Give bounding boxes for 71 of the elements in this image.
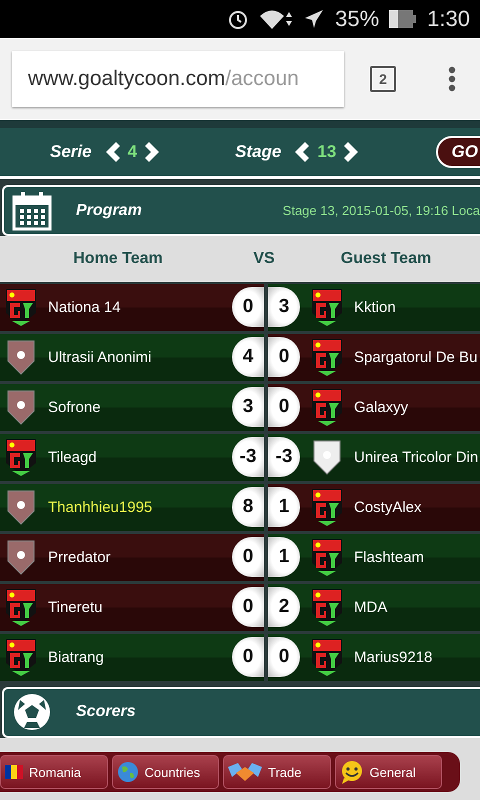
crest-icon bbox=[4, 587, 38, 628]
flag-icon bbox=[5, 765, 23, 780]
crest-icon bbox=[310, 637, 344, 678]
crest-icon bbox=[310, 287, 344, 328]
team-name[interactable]: Galaxyy bbox=[354, 398, 408, 416]
menu-button[interactable]: General bbox=[334, 755, 442, 790]
team-name[interactable]: Thanhhieu1995 bbox=[48, 498, 152, 516]
stage-label: Stage bbox=[235, 142, 282, 162]
score: 3 bbox=[232, 387, 264, 428]
globe-icon bbox=[116, 761, 138, 784]
team-name[interactable]: Tineretu bbox=[48, 598, 102, 616]
score: 0 bbox=[232, 287, 264, 328]
crest-icon bbox=[310, 337, 344, 378]
score: 0 bbox=[268, 337, 300, 378]
crest-icon bbox=[4, 287, 38, 328]
team-name[interactable]: CostyAlex bbox=[354, 498, 422, 516]
score: 1 bbox=[268, 537, 300, 578]
crest-icon bbox=[310, 487, 344, 528]
go-button[interactable]: GO bbox=[436, 136, 480, 168]
team-name[interactable]: Spargatorul De Bu bbox=[354, 348, 478, 366]
team-name[interactable]: Nationa 14 bbox=[48, 298, 121, 316]
program-title: Program bbox=[76, 202, 142, 220]
crest-icon bbox=[4, 637, 38, 678]
team-name[interactable]: Kktion bbox=[354, 298, 396, 316]
battery-percent: 35% bbox=[335, 6, 380, 32]
calendar-icon bbox=[12, 190, 52, 231]
team-name[interactable]: Biatrang bbox=[48, 648, 104, 666]
serie-value: 4 bbox=[128, 142, 138, 162]
menu-icon[interactable] bbox=[448, 66, 456, 92]
column-header: Home Team bbox=[72, 250, 164, 268]
battery-icon bbox=[389, 8, 418, 29]
team-name[interactable]: Flashteam bbox=[354, 548, 424, 566]
team-name[interactable]: Unirea Tricolor Din bbox=[354, 448, 478, 466]
crest-icon bbox=[310, 587, 344, 628]
tab-count-button[interactable]: 2 bbox=[370, 66, 396, 92]
menu-button[interactable]: Trade bbox=[223, 755, 330, 790]
column-header: Guest Team bbox=[340, 250, 432, 268]
score: 1 bbox=[268, 487, 300, 528]
score: 0 bbox=[232, 587, 264, 628]
team-name[interactable]: Marius9218 bbox=[354, 648, 432, 666]
team-name[interactable]: Sofrone bbox=[48, 398, 101, 416]
score: 0 bbox=[268, 387, 300, 428]
score: 2 bbox=[268, 587, 300, 628]
crest-icon bbox=[310, 537, 344, 578]
score: 0 bbox=[232, 637, 264, 678]
wifi-icon bbox=[259, 8, 294, 30]
menu-button[interactable]: Romania bbox=[0, 755, 108, 790]
score: 0 bbox=[268, 637, 300, 678]
url-field[interactable]: www.goaltycoon.com/accoun bbox=[12, 50, 344, 107]
soccer-ball-icon bbox=[12, 692, 52, 732]
team-name[interactable]: Ultrasii Anonimi bbox=[48, 348, 152, 366]
score: -3 bbox=[268, 437, 300, 478]
stage-info: Stage 13, 2015-01-05, 19:16 Loca bbox=[282, 203, 480, 218]
team-name[interactable]: Prredator bbox=[48, 548, 111, 566]
serie-label: Serie bbox=[50, 142, 92, 162]
score: 0 bbox=[232, 537, 264, 578]
score: 8 bbox=[232, 487, 264, 528]
crest-icon bbox=[310, 387, 344, 428]
smiley-icon bbox=[340, 760, 364, 784]
score: 3 bbox=[268, 287, 300, 328]
score: -3 bbox=[232, 437, 264, 478]
stage-value: 13 bbox=[317, 142, 336, 162]
score: 4 bbox=[232, 337, 264, 378]
handshake-icon bbox=[228, 761, 262, 784]
team-name[interactable]: MDA bbox=[354, 598, 388, 616]
scorers-title: Scorers bbox=[76, 703, 136, 722]
crest-icon bbox=[4, 437, 38, 478]
column-header: VS bbox=[252, 250, 276, 268]
clock-time: 1:30 bbox=[427, 6, 470, 32]
menu-button[interactable]: Countries bbox=[112, 755, 219, 790]
team-name[interactable]: Tileagd bbox=[48, 448, 97, 466]
